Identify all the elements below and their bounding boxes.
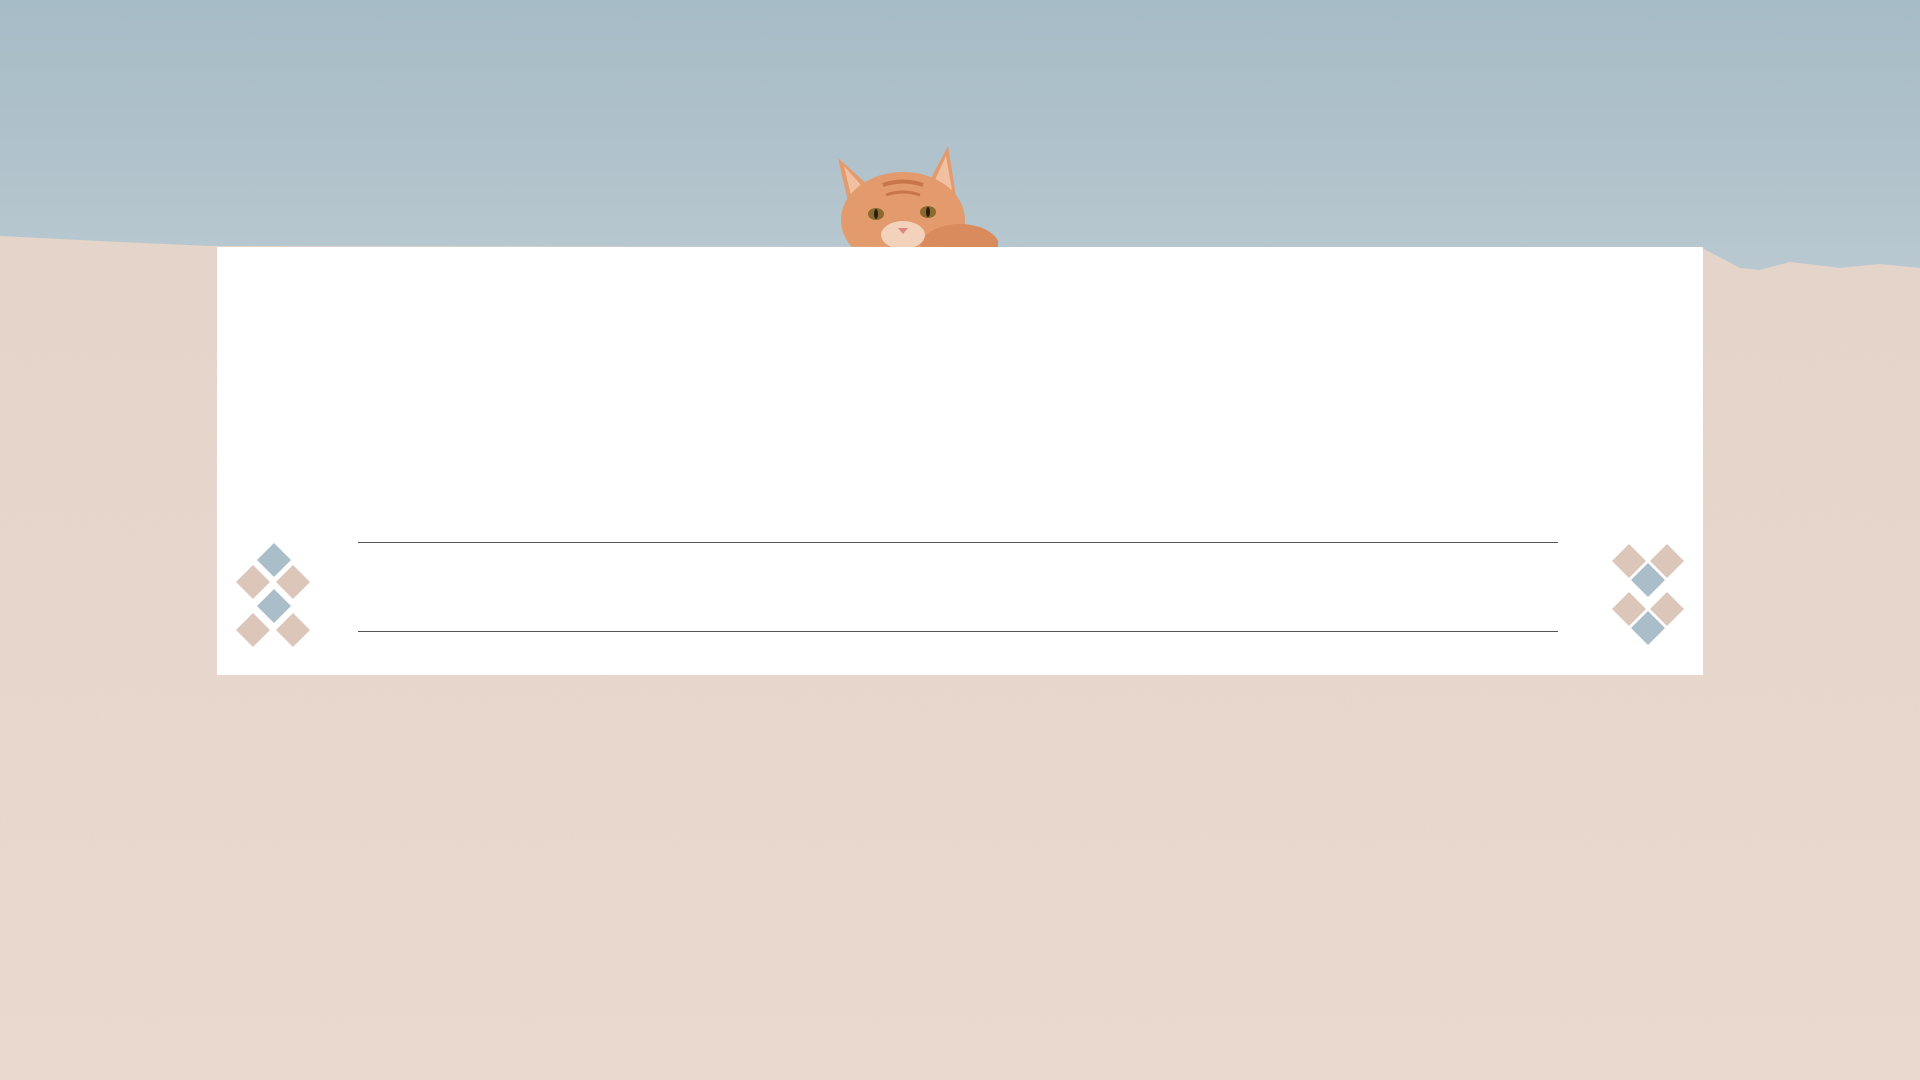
diamond-ornament-right [1611, 543, 1691, 663]
content-card [217, 247, 1703, 675]
diamond-ornament-left [235, 542, 315, 662]
title-rule-bottom [358, 631, 1558, 632]
slide [0, 0, 1920, 1080]
title-rule-top [358, 542, 1558, 543]
